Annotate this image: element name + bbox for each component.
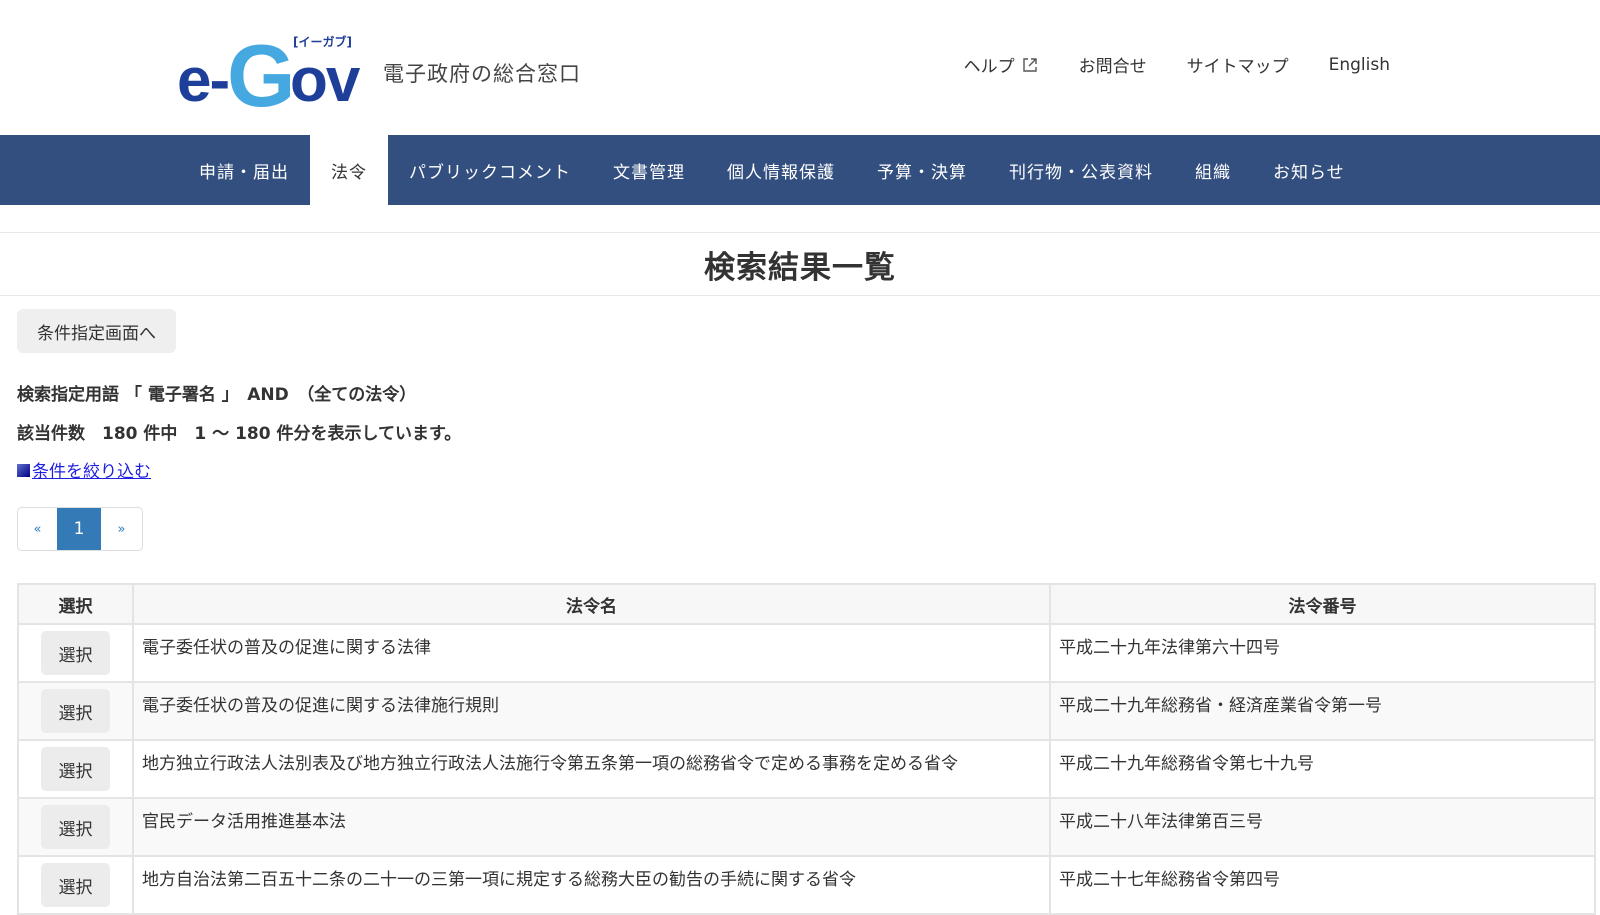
table-header-row: 選択 法令名 法令番号 [17, 583, 1596, 625]
refine-conditions: 条件を絞り込む [17, 457, 151, 482]
logo-text-g: G [227, 26, 296, 125]
nav-item-public-comment[interactable]: パブリックコメント [388, 135, 592, 205]
select-cell: 選択 [17, 797, 134, 857]
util-link-help[interactable]: ヘルプ [964, 52, 1039, 77]
select-button[interactable]: 選択 [41, 805, 110, 849]
search-terms: 検索指定用語 「 電子署名 」 AND （全ての法令） [17, 385, 417, 405]
pagination-page-current[interactable]: 1 [57, 508, 101, 550]
e-gov-logo[interactable]: e- G ov [イーガブ] 電子政府の総合窓口 [175, 30, 595, 120]
law-number: 平成二十七年総務省令第四号 [1049, 855, 1596, 915]
table-row: 選択 電子委任状の普及の促進に関する法律 平成二十九年法律第六十四号 [17, 623, 1596, 683]
logo-mark: e- G ov [イーガブ] [175, 30, 375, 120]
pagination-prev[interactable]: « [18, 508, 57, 550]
nav-item-privacy[interactable]: 個人情報保護 [706, 135, 856, 205]
logo-text-e: e- [177, 46, 230, 115]
square-bullet-icon [17, 464, 30, 477]
back-to-conditions-button[interactable]: 条件指定画面へ [17, 309, 176, 353]
pagination-next[interactable]: » [101, 508, 142, 550]
title-bar: 検索結果一覧 [0, 232, 1600, 296]
main-nav: 申請・届出 法令 パブリックコメント 文書管理 個人情報保護 予算・決算 刊行物… [0, 135, 1600, 205]
results-table: 選択 法令名 法令番号 選択 電子委任状の普及の促進に関する法律 平成二十九年法… [17, 583, 1596, 915]
law-name: 地方自治法第二百五十二条の二十一の三第一項に規定する総務大臣の勧告の手続に関する… [132, 855, 1051, 915]
column-header-select: 選択 [17, 583, 134, 625]
pagination: « 1 » [17, 507, 143, 551]
external-link-icon [1022, 57, 1037, 72]
site-header: e- G ov [イーガブ] 電子政府の総合窓口 ヘルプ お問合せ サイトマップ… [0, 0, 1600, 135]
select-button[interactable]: 選択 [41, 631, 110, 675]
utility-nav: ヘルプ お問合せ サイトマップ English [964, 52, 1390, 78]
law-name: 電子委任状の普及の促進に関する法律施行規則 [132, 681, 1051, 741]
law-number: 平成二十九年法律第六十四号 [1049, 623, 1596, 683]
nav-item-organization[interactable]: 組織 [1174, 135, 1252, 205]
column-header-law-number: 法令番号 [1049, 583, 1596, 625]
nav-item-publications[interactable]: 刊行物・公表資料 [988, 135, 1174, 205]
util-link-sitemap[interactable]: サイトマップ [1187, 52, 1289, 77]
nav-item-news[interactable]: お知らせ [1252, 135, 1366, 205]
logo-text-ov: ov [290, 46, 360, 115]
select-button[interactable]: 選択 [41, 863, 110, 907]
table-row: 選択 電子委任状の普及の促進に関する法律施行規則 平成二十九年総務省・経済産業省… [17, 681, 1596, 741]
law-number: 平成二十八年法律第百三号 [1049, 797, 1596, 857]
nav-item-budget[interactable]: 予算・決算 [856, 135, 988, 205]
select-cell: 選択 [17, 855, 134, 915]
table-row: 選択 官民データ活用推進基本法 平成二十八年法律第百三号 [17, 797, 1596, 857]
select-button[interactable]: 選択 [41, 747, 110, 791]
result-count: 該当件数 180 件中 1 〜 180 件分を表示しています。 [17, 424, 462, 444]
util-link-contact[interactable]: お問合せ [1079, 52, 1147, 77]
table-row: 選択 地方自治法第二百五十二条の二十一の三第一項に規定する総務大臣の勧告の手続に… [17, 855, 1596, 915]
util-link-help-label: ヘルプ [963, 57, 1015, 77]
law-number: 平成二十九年総務省・経済産業省令第一号 [1049, 681, 1596, 741]
nav-item-applications[interactable]: 申請・届出 [178, 135, 310, 205]
column-header-law-name: 法令名 [132, 583, 1051, 625]
law-name: 地方独立行政法人法別表及び地方独立行政法人法施行令第五条第一項の総務省令で定める… [132, 739, 1051, 799]
page-title: 検索結果一覧 [704, 249, 896, 286]
select-cell: 選択 [17, 623, 134, 683]
util-link-english[interactable]: English [1329, 52, 1390, 77]
select-button[interactable]: 選択 [41, 689, 110, 733]
table-row: 選択 地方独立行政法人法別表及び地方独立行政法人法施行令第五条第一項の総務省令で… [17, 739, 1596, 799]
law-number: 平成二十九年総務省令第七十九号 [1049, 739, 1596, 799]
law-name: 官民データ活用推進基本法 [132, 797, 1051, 857]
logo-tagline: 電子政府の総合窓口 [383, 62, 581, 86]
nav-item-document-management[interactable]: 文書管理 [592, 135, 706, 205]
logo-kana: [イーガブ] [293, 35, 352, 49]
nav-item-laws[interactable]: 法令 [310, 135, 388, 205]
select-cell: 選択 [17, 681, 134, 741]
refine-conditions-link[interactable]: 条件を絞り込む [32, 457, 151, 482]
law-name: 電子委任状の普及の促進に関する法律 [132, 623, 1051, 683]
select-cell: 選択 [17, 739, 134, 799]
